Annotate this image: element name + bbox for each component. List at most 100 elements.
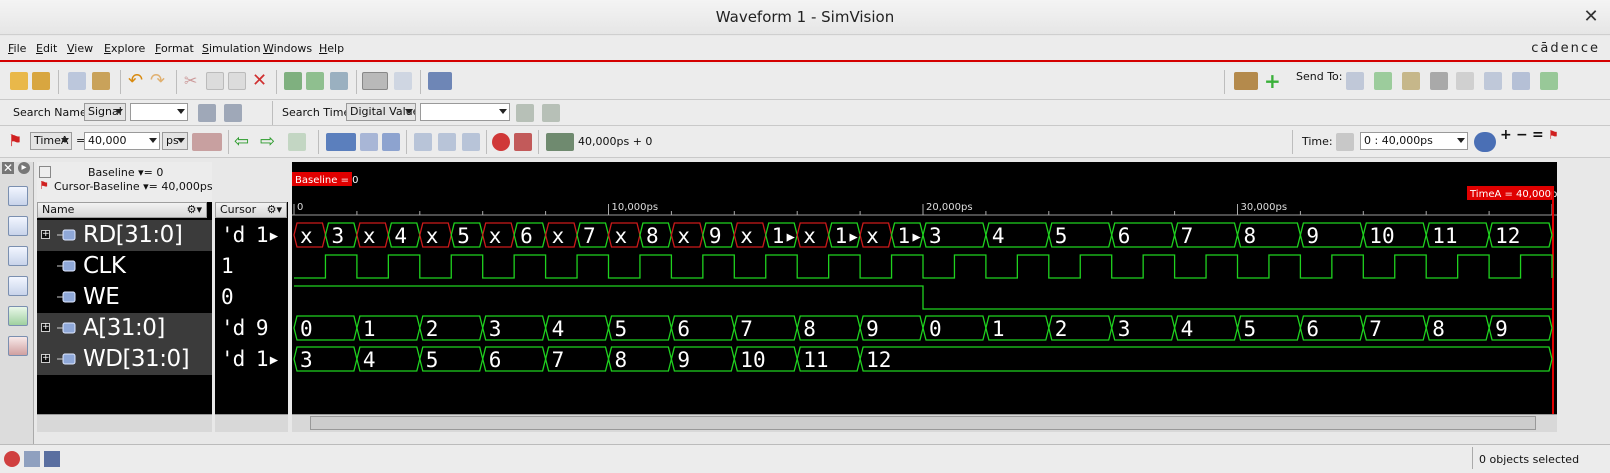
- signal-name[interactable]: WE: [83, 284, 120, 310]
- zoom-cursor-icon[interactable]: ⚑: [1548, 128, 1566, 146]
- baseline-text[interactable]: Baseline ▾= 0: [88, 166, 163, 179]
- waveform-canvas[interactable]: 0 10,000ps 20,000ps 30,000ps Baseline = 0 Ti…: [292, 162, 1563, 414]
- step-over-icon[interactable]: [438, 133, 456, 151]
- menu-help[interactable]: Help: [319, 42, 344, 55]
- pane-menu-icon[interactable]: ▸: [18, 162, 30, 174]
- signal-name[interactable]: RD[31:0]: [83, 222, 183, 248]
- zoom-icon[interactable]: [1474, 132, 1496, 152]
- bus-tools-icon[interactable]: [8, 276, 28, 296]
- open-folder-icon[interactable]: [32, 72, 50, 90]
- status-tools-icon[interactable]: [24, 451, 40, 467]
- expand-bus-icon[interactable]: +: [41, 230, 50, 239]
- step-out-icon[interactable]: [462, 133, 480, 151]
- status-stop-icon[interactable]: [4, 451, 20, 467]
- signal-name[interactable]: WD[31:0]: [83, 346, 190, 372]
- wire-signal-icon[interactable]: [57, 290, 77, 304]
- next-edge-icon[interactable]: ⇨: [260, 133, 278, 151]
- expand-bus-icon[interactable]: [306, 72, 324, 90]
- close-window-button[interactable]: ✕: [1580, 6, 1602, 28]
- bus-signal-icon[interactable]: [57, 352, 77, 366]
- wire-signal-icon[interactable]: [57, 259, 77, 273]
- signal-row[interactable]: + WD[31:0]: [37, 344, 212, 375]
- cursor-name-select[interactable]: TimeA: [30, 132, 72, 150]
- send-to-design-browser-icon[interactable]: [1346, 72, 1364, 90]
- send-to-memory-icon[interactable]: [1540, 72, 1558, 90]
- search-names-input[interactable]: [130, 103, 188, 121]
- name-column-header[interactable]: Name ⚙▾: [37, 202, 207, 218]
- compare-icon[interactable]: [8, 336, 28, 356]
- signal-name[interactable]: A[31:0]: [83, 315, 165, 341]
- hierarchy-icon[interactable]: [8, 216, 28, 236]
- search-times-backward-icon[interactable]: [542, 104, 560, 122]
- window-menu-icon[interactable]: [428, 72, 452, 90]
- redo-icon[interactable]: ↷: [150, 72, 168, 90]
- step-icon[interactable]: [360, 133, 378, 151]
- name-pane-scrollbar[interactable]: [37, 414, 212, 432]
- cut-icon[interactable]: ✂: [184, 72, 202, 90]
- waveform-svg[interactable]: 0 10,000ps 20,000ps 30,000ps Baseline = 0 Ti…: [292, 162, 1563, 414]
- create-bus-icon[interactable]: [284, 72, 302, 90]
- cursor-unit-select[interactable]: ps: [162, 132, 188, 150]
- time-range-input[interactable]: 0 : 40,000ps: [1360, 132, 1468, 150]
- send-to-properties-icon[interactable]: [1512, 72, 1530, 90]
- we-waveform[interactable]: [294, 285, 1552, 310]
- status-save-icon[interactable]: [44, 451, 60, 467]
- cursor-pane-scrollbar[interactable]: [215, 414, 288, 432]
- add-icon[interactable]: +: [1264, 71, 1282, 91]
- expand-bus-icon[interactable]: +: [41, 354, 50, 363]
- undo-icon[interactable]: ↶: [128, 72, 146, 90]
- save-icon[interactable]: [92, 72, 110, 90]
- cursor-baseline-text[interactable]: Cursor-Baseline ▾= 40,000ps: [54, 180, 213, 193]
- signal-name[interactable]: CLK: [83, 253, 126, 279]
- breakpoint-icon[interactable]: [514, 133, 532, 151]
- rewind-icon[interactable]: [382, 133, 400, 151]
- edge-options-icon[interactable]: [288, 133, 306, 151]
- signal-row[interactable]: CLK: [37, 251, 212, 282]
- cursor-column-header[interactable]: Cursor ⚙▾: [215, 202, 287, 218]
- new-window-icon[interactable]: [68, 72, 86, 90]
- name-column-settings-icon[interactable]: ⚙▾: [187, 203, 202, 217]
- menu-simulation[interactable]: Simulation: [202, 42, 261, 55]
- time-range-mode-icon[interactable]: [1336, 133, 1354, 151]
- group-icon[interactable]: [330, 72, 348, 90]
- wd-bus-segment[interactable]: [859, 346, 1553, 372]
- run-simulation-icon[interactable]: [326, 133, 356, 151]
- bus-signal-icon[interactable]: [57, 321, 77, 335]
- send-to-table-icon[interactable]: [1484, 72, 1502, 90]
- find-signal-icon[interactable]: [8, 186, 28, 206]
- menu-file[interactable]: File: [8, 42, 26, 55]
- expand-bus-icon[interactable]: +: [41, 323, 50, 332]
- send-package-icon[interactable]: [1234, 72, 1258, 90]
- menu-windows[interactable]: Windows: [263, 42, 312, 55]
- paste-icon[interactable]: [228, 72, 246, 90]
- scrollbar-thumb[interactable]: [310, 416, 1536, 430]
- send-to-waveform-icon[interactable]: [1374, 72, 1392, 90]
- signal-row[interactable]: WE: [37, 282, 212, 313]
- signal-row[interactable]: + RD[31:0]: [37, 220, 212, 251]
- bus-signal-icon[interactable]: [57, 228, 77, 242]
- search-times-input[interactable]: [420, 103, 510, 121]
- clk-waveform[interactable]: [294, 254, 1553, 279]
- menu-view[interactable]: View: [67, 42, 93, 55]
- close-pane-icon[interactable]: ✕: [2, 162, 14, 174]
- send-to-source-icon[interactable]: [1402, 72, 1420, 90]
- search-times-forward-icon[interactable]: [516, 104, 534, 122]
- list-icon[interactable]: [394, 72, 412, 90]
- trace-signal-icon[interactable]: [8, 246, 28, 266]
- copy-icon[interactable]: [206, 72, 224, 90]
- previous-edge-icon[interactable]: ⇦: [234, 133, 252, 151]
- menu-explore[interactable]: Explore: [104, 42, 145, 55]
- cursor-snap-icon[interactable]: [192, 133, 222, 151]
- find-icon[interactable]: [362, 72, 388, 90]
- cursor-value-input[interactable]: 40,000: [84, 132, 160, 150]
- menu-format[interactable]: Format: [155, 42, 194, 55]
- send-to-register-icon[interactable]: [1456, 72, 1474, 90]
- delete-icon[interactable]: ✕: [252, 72, 270, 90]
- search-times-type-select[interactable]: Digital Value: [346, 103, 416, 121]
- step-into-icon[interactable]: [414, 133, 432, 151]
- send-to-schematic-icon[interactable]: [1430, 72, 1448, 90]
- waveform-horizontal-scrollbar[interactable]: [292, 414, 1557, 432]
- cursor-flag-icon[interactable]: ⚑: [8, 132, 26, 150]
- signal-row[interactable]: + A[31:0]: [37, 313, 212, 344]
- menu-edit[interactable]: Edit: [36, 42, 57, 55]
